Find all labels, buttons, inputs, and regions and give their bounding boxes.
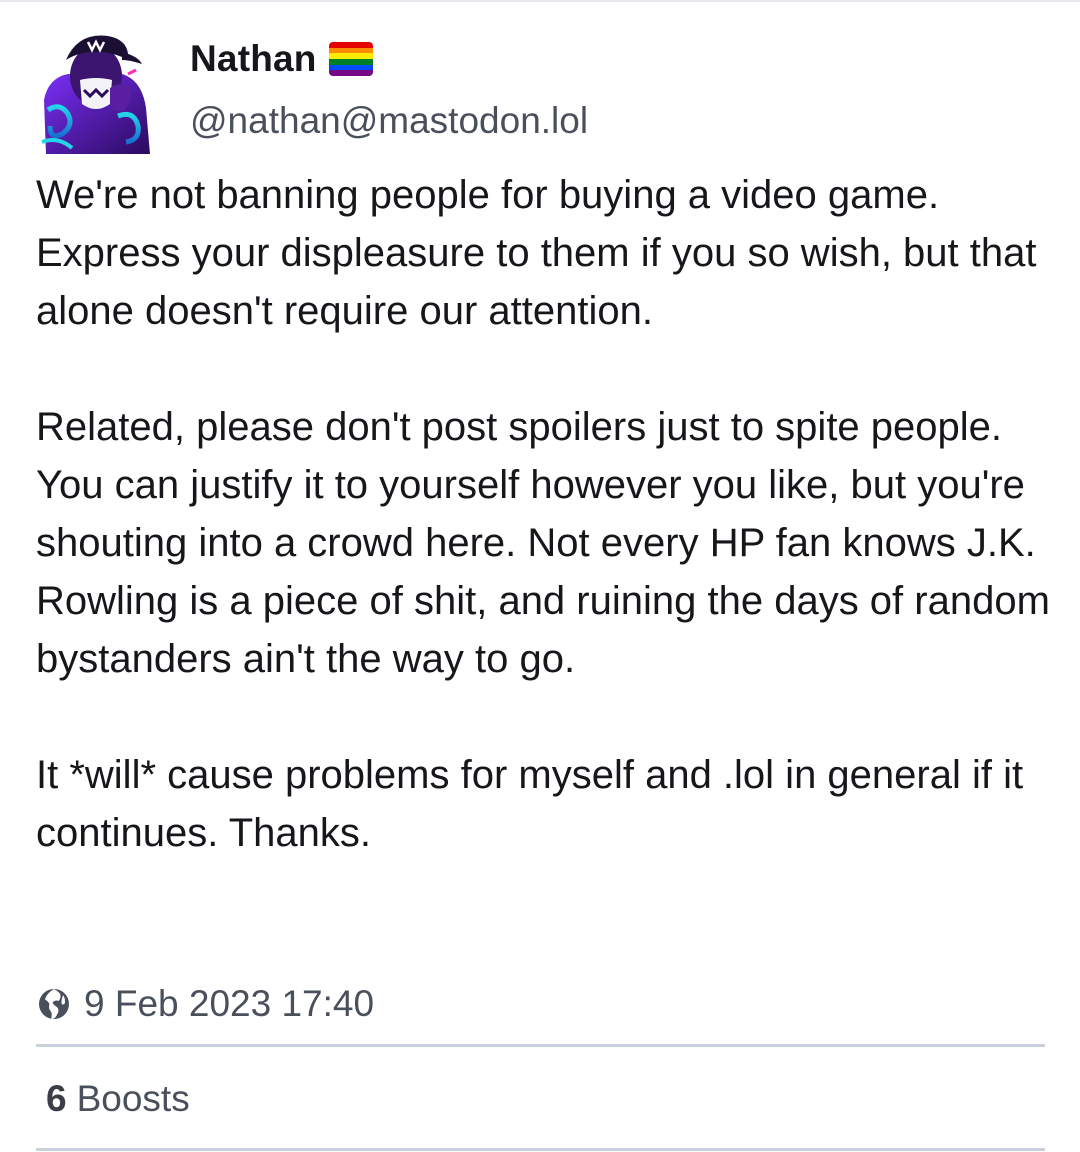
post-timestamp[interactable]: 9 Feb 2023 17:40: [84, 983, 374, 1025]
boosts-link[interactable]: 6 Boosts: [46, 1078, 190, 1120]
rainbow-flag-icon: [328, 42, 373, 76]
author-row[interactable]: Nathan: [190, 36, 373, 82]
account-handle[interactable]: @nathan@mastodon.lol: [190, 100, 588, 142]
post-paragraph: We're not banning people for buying a vi…: [36, 173, 1037, 333]
bottom-divider: [36, 1148, 1045, 1151]
stats-divider: [36, 1044, 1045, 1047]
post-detail: Nathan @nathan@mastodon.lol We're not ba…: [0, 0, 1080, 1152]
post-paragraph: Related, please don't post spoilers just…: [36, 405, 1050, 681]
boosts-label: Boosts: [76, 1078, 190, 1119]
boosts-count: 6: [46, 1078, 67, 1119]
top-divider: [0, 0, 1080, 2]
globe-icon: [36, 986, 72, 1022]
display-name[interactable]: Nathan: [190, 38, 317, 80]
avatar-image: [41, 35, 150, 154]
post-content: We're not banning people for buying a vi…: [36, 166, 1056, 862]
avatar[interactable]: [38, 30, 152, 154]
post-paragraph: It *will* cause problems for myself and …: [36, 753, 1024, 855]
post-meta: 9 Feb 2023 17:40: [36, 980, 374, 1028]
